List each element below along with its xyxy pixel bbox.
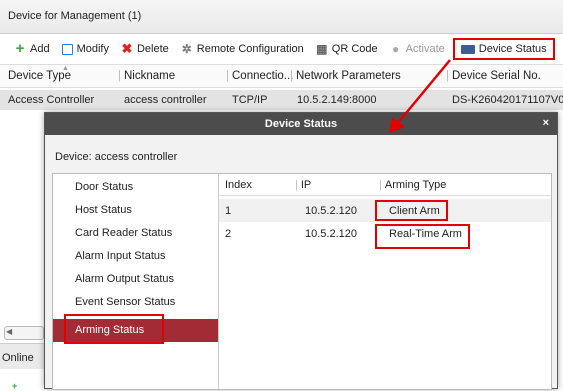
status-icon <box>460 44 475 54</box>
plus-icon[interactable]: + <box>12 381 17 391</box>
column-index[interactable]: Index <box>225 179 252 191</box>
cell-connection: TCP/IP <box>232 94 268 106</box>
add-label: Add <box>30 43 50 55</box>
add-button[interactable]: + Add <box>8 38 56 60</box>
edit-icon <box>61 43 73 55</box>
remote-configuration-label: Remote Configuration <box>196 43 304 55</box>
activate-label: Activate <box>405 43 445 55</box>
delete-label: Delete <box>136 43 169 55</box>
cell-arming-type: Client Arm <box>389 205 440 217</box>
device-status-label: Device Status <box>478 43 547 55</box>
status-item-alarm-input[interactable]: Alarm Input Status <box>53 245 218 268</box>
table-row[interactable]: 1 10.5.2.120 Client Arm <box>219 199 551 222</box>
status-item-arming[interactable]: Arming Status <box>53 319 218 342</box>
column-nickname[interactable]: Nickname <box>118 70 175 82</box>
column-device-serial[interactable]: Device Serial No. <box>446 70 541 82</box>
device-label: Device: access controller <box>55 151 178 163</box>
remote-configuration-button[interactable]: ✲ Remote Configuration <box>175 38 310 60</box>
status-list: Door Status Host Status Card Reader Stat… <box>53 174 219 389</box>
status-item-event-sensor[interactable]: Event Sensor Status <box>53 291 218 314</box>
dialog-body: Door Status Host Status Card Reader Stat… <box>52 173 552 390</box>
table-header: Index IP Arming Type <box>219 174 551 196</box>
delete-icon: ✖ <box>121 41 133 56</box>
bulb-icon: ● <box>392 42 400 56</box>
gear-icon: ✲ <box>181 42 192 56</box>
status-item-card-reader[interactable]: Card Reader Status <box>53 222 218 245</box>
column-network-parameters[interactable]: Network Parameters <box>290 70 401 82</box>
status-item-alarm-output[interactable]: Alarm Output Status <box>53 268 218 291</box>
column-device-type[interactable]: Device Type <box>8 70 71 82</box>
cell-network: 10.5.2.149:8000 <box>297 94 377 106</box>
column-ip[interactable]: IP <box>295 179 311 191</box>
delete-button[interactable]: ✖ Delete <box>115 38 175 60</box>
cell-ip: 10.5.2.120 <box>305 205 357 217</box>
arming-status-table: Index IP Arming Type 1 10.5.2.120 Client… <box>219 174 551 389</box>
modify-label: Modify <box>76 43 109 55</box>
cell-index: 2 <box>225 228 232 240</box>
qr-code-button[interactable]: ▦ QR Code <box>310 38 384 60</box>
cell-index: 1 <box>225 205 232 217</box>
panel-title: Device for Management (1) <box>0 0 563 34</box>
device-grid-header: ▲ Device Type Nickname Connectio... Netw… <box>0 64 563 88</box>
table-row[interactable]: 2 10.5.2.120 Real-Time Arm <box>219 222 551 245</box>
device-status-button[interactable]: Device Status <box>452 38 555 60</box>
column-arming-type[interactable]: Arming Type <box>379 179 447 191</box>
cell-ip: 10.5.2.120 <box>305 228 357 240</box>
scroll-left-icon[interactable]: ◀ <box>6 327 12 336</box>
cell-device-type: Access Controller <box>8 94 95 106</box>
toolbar: + Add Modify ✖ Delete ✲ Remote Configura… <box>0 36 563 62</box>
column-connection[interactable]: Connectio... <box>226 70 293 82</box>
activate-button[interactable]: ● Activate <box>384 38 451 60</box>
online-section-header: Online <box>0 343 44 369</box>
status-item-door[interactable]: Door Status <box>53 176 218 199</box>
modify-button[interactable]: Modify <box>56 38 115 60</box>
cell-arming-type: Real-Time Arm <box>389 228 462 240</box>
dialog-title: Device Status <box>45 113 557 135</box>
table-row[interactable]: Access Controller access controller TCP/… <box>0 90 563 110</box>
cell-nickname: access controller <box>124 94 207 106</box>
status-item-host[interactable]: Host Status <box>53 199 218 222</box>
cell-serial: DS-K260420171107V020 <box>452 94 563 106</box>
device-status-dialog: Device Status × Device: access controlle… <box>44 112 558 390</box>
online-label: Online <box>2 352 34 364</box>
qr-code-label: QR Code <box>331 43 378 55</box>
close-icon[interactable]: × <box>543 117 549 129</box>
plus-icon: + <box>15 40 25 57</box>
qr-code-icon: ▦ <box>316 42 328 56</box>
